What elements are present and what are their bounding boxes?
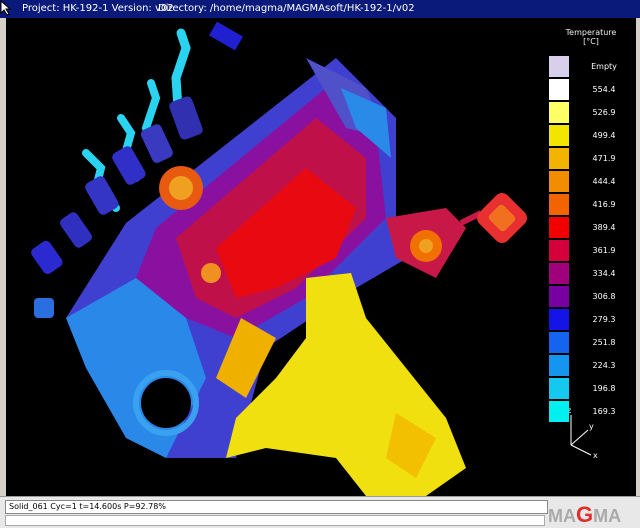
legend-label: 224.3 xyxy=(592,361,616,370)
legend-label: 334.4 xyxy=(592,269,616,278)
legend-swatch xyxy=(549,240,569,261)
legend-label: 471.9 xyxy=(592,154,616,163)
legend-swatch xyxy=(549,217,569,238)
directory-label: Directory: /home/magma/MAGMAsoft/HK-192-… xyxy=(158,3,415,14)
project-label: Project: HK-192-1 Version: v02 xyxy=(22,3,174,14)
status-line: Solid_061 Cyc=1 t=14.600s P=92.78% xyxy=(5,500,548,514)
legend-title-text: Temperature xyxy=(565,28,617,37)
legend-swatch xyxy=(549,355,569,376)
legend-swatch xyxy=(549,378,569,399)
legend-label: 444.4 xyxy=(592,177,616,186)
legend-unit-text: [°C] xyxy=(583,37,599,46)
logo-text-g: G xyxy=(576,502,594,527)
legend-swatch xyxy=(549,332,569,353)
legend-label: 361.9 xyxy=(592,246,616,255)
legend-swatch xyxy=(549,56,569,77)
legend-label: 251.8 xyxy=(592,338,616,347)
legend-swatch xyxy=(549,148,569,169)
legend-label: 196.8 xyxy=(592,384,616,393)
legend-swatch xyxy=(549,194,569,215)
magma-logo: MAGMA xyxy=(548,502,636,527)
legend-label: Empty xyxy=(591,62,617,71)
logo-text-pre: MA xyxy=(548,506,576,526)
legend-label: 554.4 xyxy=(592,85,616,94)
axis-x-label: x xyxy=(593,451,598,460)
window-titlebar: Project: HK-192-1 Version: v02 Directory… xyxy=(0,0,640,18)
legend-swatch xyxy=(549,171,569,192)
legend-label: 416.9 xyxy=(592,200,616,209)
casting-temperature-render xyxy=(31,21,527,496)
legend-swatch xyxy=(549,286,569,307)
mouse-cursor-icon xyxy=(0,0,12,16)
legend-swatch xyxy=(549,102,569,123)
legend-label: 526.9 xyxy=(592,108,616,117)
legend-label: 279.3 xyxy=(592,315,616,324)
legend-swatch xyxy=(549,263,569,284)
simulation-viewport[interactable]: z y x xyxy=(6,18,636,496)
legend-title: Temperature [°C] xyxy=(546,28,636,46)
status-line-2 xyxy=(5,515,545,526)
axis-y-label: y xyxy=(589,422,594,431)
legend-swatch xyxy=(549,401,569,422)
legend-label: 306.8 xyxy=(592,292,616,301)
legend-swatch xyxy=(549,309,569,330)
logo-text-post: MA xyxy=(593,506,622,526)
legend-label: 389.4 xyxy=(592,223,616,232)
status-panel: Solid_061 Cyc=1 t=14.600s P=92.78% MAGMA xyxy=(0,496,640,528)
legend-swatch xyxy=(549,125,569,146)
legend-label: 169.3 xyxy=(592,407,616,416)
legend-swatch xyxy=(549,79,569,100)
legend-label: 499.4 xyxy=(592,131,616,140)
